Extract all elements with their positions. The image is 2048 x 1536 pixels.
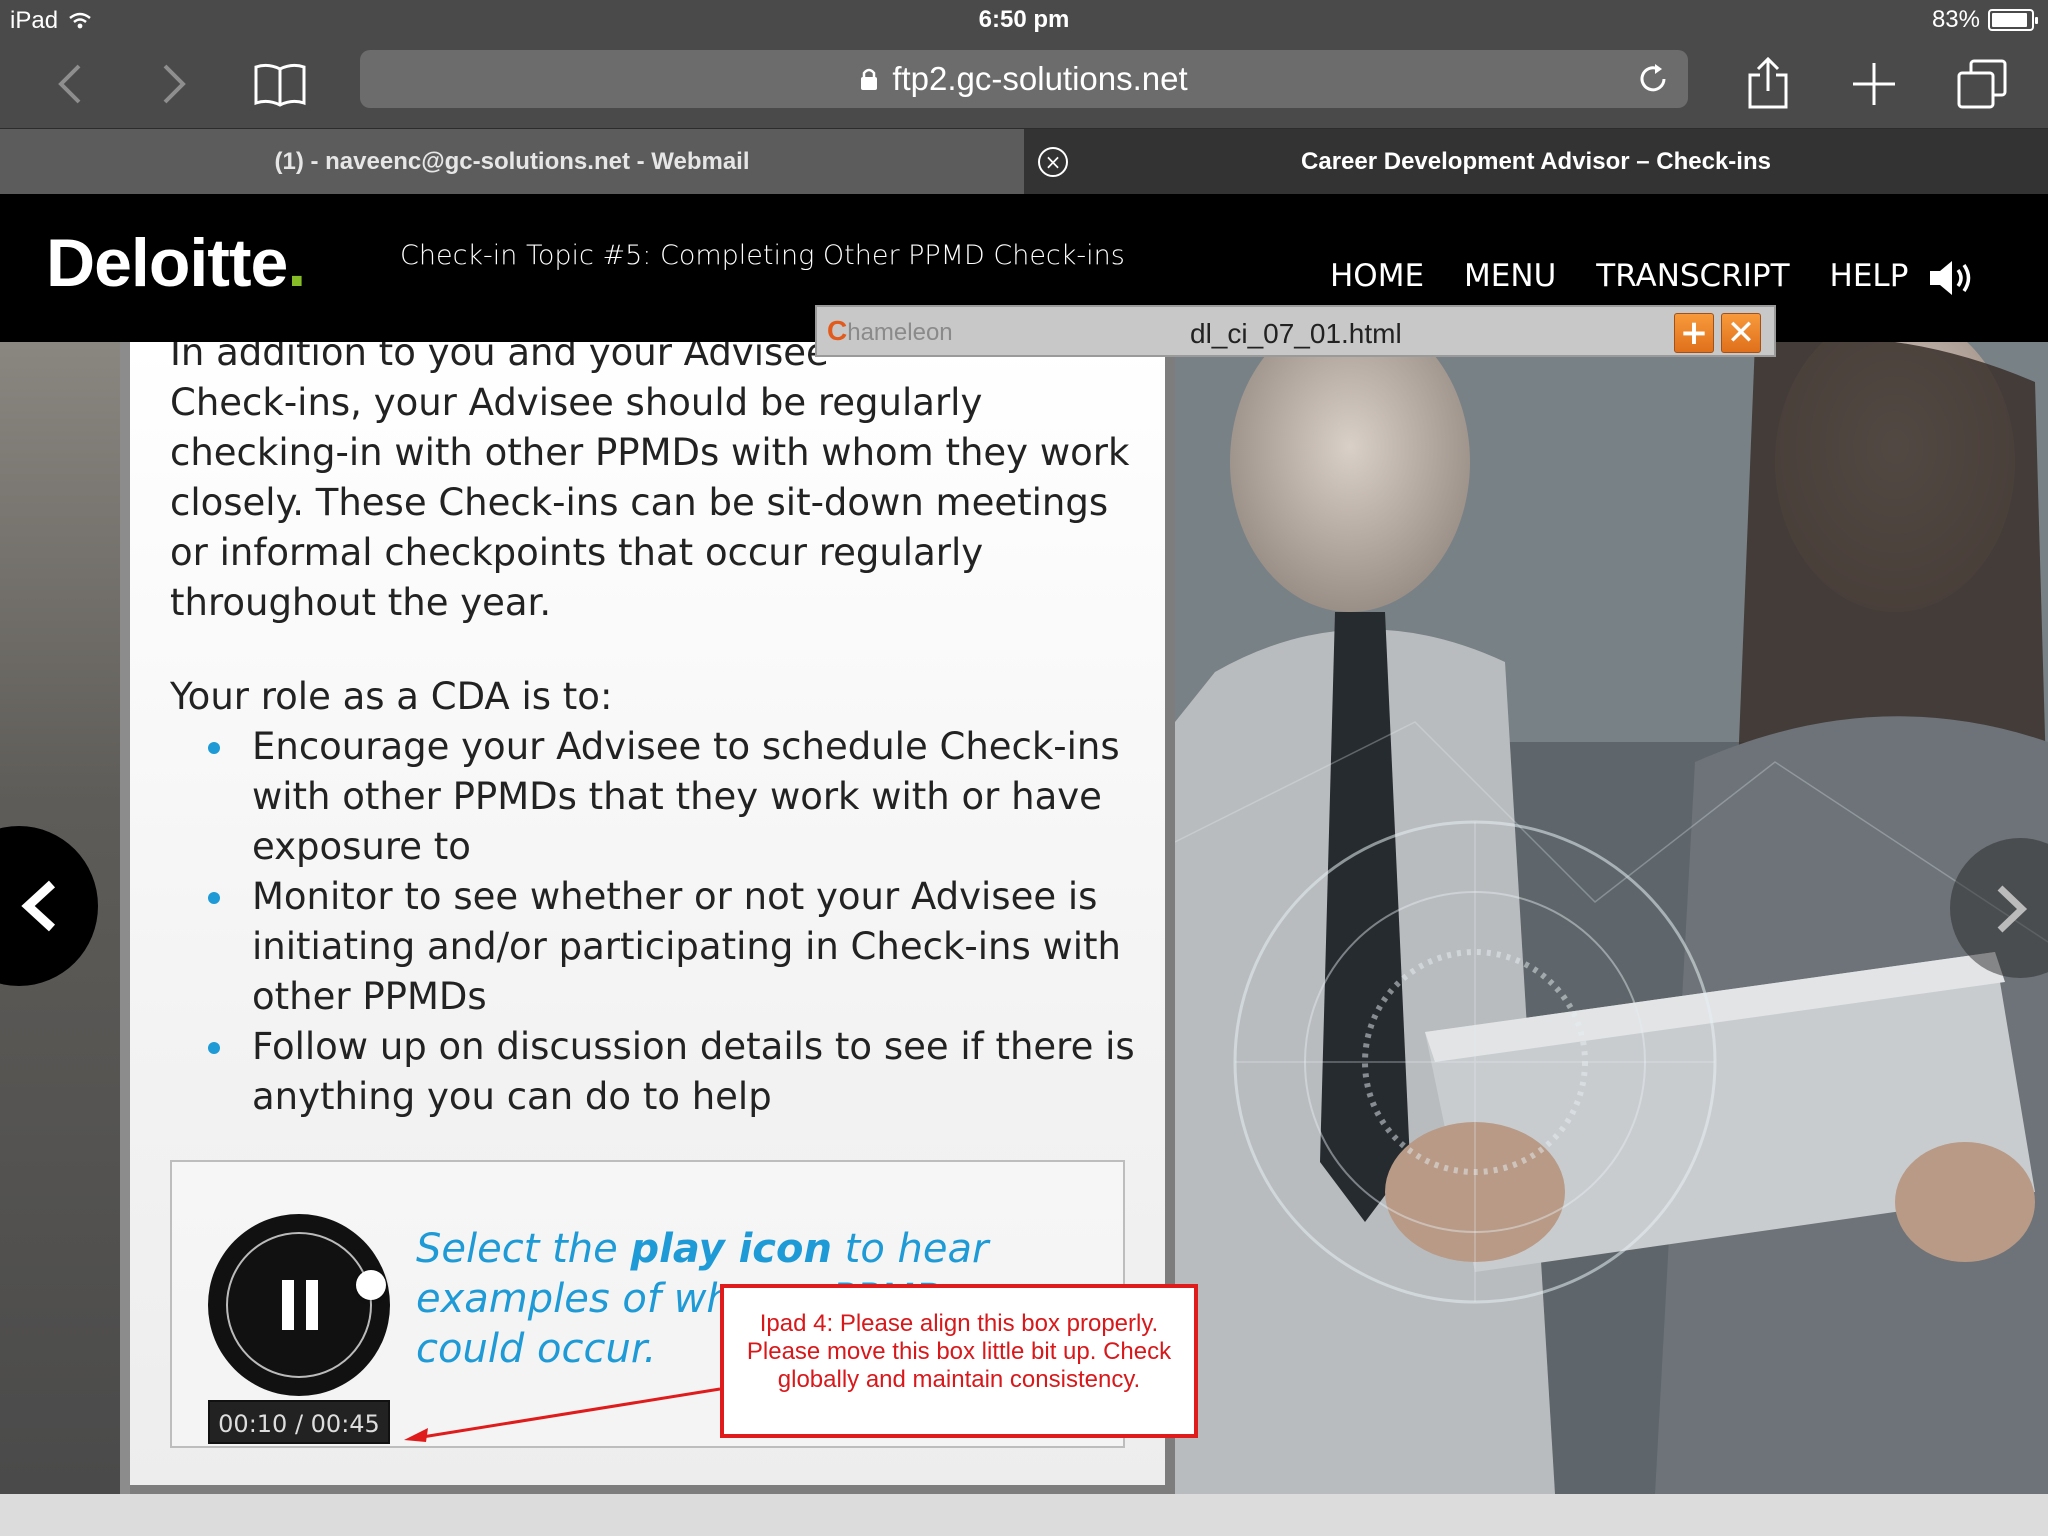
forward-button[interactable]: [142, 52, 206, 116]
chameleon-logo-rest: hameleon: [847, 319, 953, 346]
status-right: 83%: [1931, 6, 2038, 34]
chameleon-toolbar: Chameleon dl_ci_07_01.html + ✕: [815, 305, 1776, 357]
chameleon-logo-c: C: [827, 315, 848, 346]
chameleon-close-button[interactable]: ✕: [1721, 313, 1761, 353]
tabs-icon: [1957, 59, 2007, 109]
topic-title: Check-in Topic #5: Completing Other PPMD…: [400, 240, 1125, 271]
nav-home[interactable]: HOME: [1330, 258, 1424, 294]
course-nav: HOME MENU TRANSCRIPT HELP: [1330, 258, 1908, 294]
tabs-button[interactable]: [1950, 52, 2014, 116]
browser-toolbar: ftp2.gc-solutions.net: [0, 40, 2048, 128]
bookmarks-button[interactable]: [248, 52, 312, 116]
bottom-bar: [0, 1494, 2048, 1536]
share-icon: [1748, 57, 1788, 109]
chevron-right-icon: [163, 64, 186, 104]
address-bar[interactable]: ftp2.gc-solutions.net: [360, 50, 1688, 108]
review-comment-box: Ipad 4: Please align this box properly. …: [720, 1284, 1198, 1438]
tab-webmail-label: (1) - naveenc@gc-solutions.net - Webmail: [274, 148, 750, 175]
status-bar: iPad 6:50 pm 83%: [0, 0, 2048, 40]
reload-icon[interactable]: [1636, 62, 1670, 96]
photo-illustration: [1175, 342, 2048, 1494]
chameleon-filename: dl_ci_07_01.html: [1190, 318, 1402, 349]
nav-help[interactable]: HELP: [1830, 258, 1909, 294]
plus-icon: [1853, 63, 1895, 105]
nav-menu[interactable]: MENU: [1464, 258, 1556, 294]
business-people-photo: [1175, 342, 2048, 1494]
close-tab-icon[interactable]: ×: [1038, 147, 1068, 177]
clock: 6:50 pm: [978, 6, 1070, 33]
url-text: ftp2.gc-solutions.net: [892, 60, 1188, 97]
chevron-right-icon: [1997, 885, 2028, 933]
speaker-icon[interactable]: [1928, 258, 1974, 298]
deloitte-logo: Deloitte.: [46, 224, 306, 302]
back-button[interactable]: [38, 52, 102, 116]
battery-percent: 83%: [1931, 6, 1980, 33]
book-icon: [254, 63, 306, 107]
logo-dot: .: [287, 225, 306, 301]
tab-career-development-label: Career Development Advisor – Check-ins: [1301, 148, 1771, 175]
lock-icon: [861, 68, 878, 90]
chameleon-add-button[interactable]: +: [1674, 313, 1714, 353]
chameleon-logo: Chameleon: [827, 315, 953, 347]
battery-icon: [1988, 9, 2038, 31]
new-tab-button[interactable]: [1842, 52, 1906, 116]
share-button[interactable]: [1736, 52, 1800, 116]
chevron-left-icon: [58, 64, 81, 104]
tab-career-development[interactable]: Career Development Advisor – Check-ins: [1024, 129, 2048, 195]
tab-bar: (1) - naveenc@gc-solutions.net - Webmail…: [0, 128, 2048, 195]
nav-transcript[interactable]: TRANSCRIPT: [1596, 258, 1789, 294]
slide-stage: In addition to you and your Advisee Chec…: [0, 342, 2048, 1494]
logo-text: Deloitte: [46, 225, 288, 301]
tab-webmail[interactable]: (1) - naveenc@gc-solutions.net - Webmail: [0, 129, 1024, 195]
